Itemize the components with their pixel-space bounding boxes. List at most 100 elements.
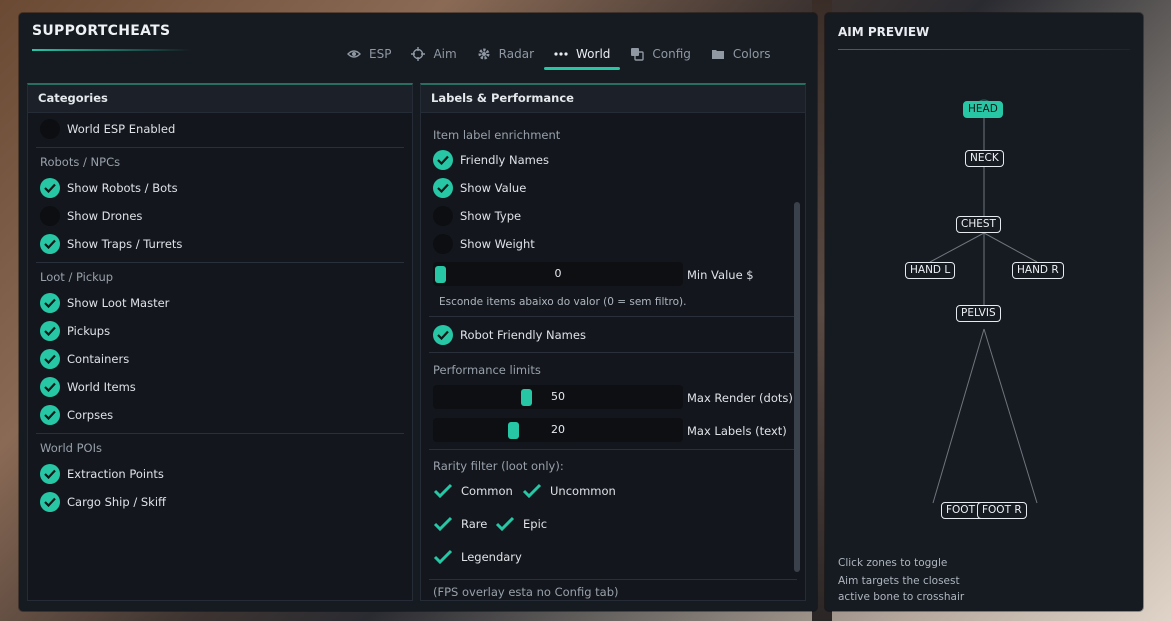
loot-corpses[interactable]: Corpses [40,405,113,425]
bone-hand-l[interactable]: HAND L [905,262,956,279]
enrich-show-value[interactable]: Show Value [433,178,526,198]
bone-neck[interactable]: NECK [965,150,1004,167]
divider [429,449,797,450]
checkbox[interactable] [433,150,453,170]
slider-value: 50 [551,390,565,403]
bone-foot-r[interactable]: FOOT R [977,502,1027,519]
check-icon [44,497,56,507]
loot-containers[interactable]: Containers [40,349,129,369]
rarity-rare[interactable]: Rare [433,516,487,532]
checkbox-label: Uncommon [550,484,616,498]
checkbox-label: Cargo Ship / Skiff [67,495,166,509]
check-icon [44,354,56,364]
max-render-slider[interactable]: 50 [433,385,683,409]
check-icon [44,239,56,249]
checkbox-label: Show Robots / Bots [67,181,178,195]
dots-icon [554,47,568,61]
check-icon[interactable] [433,549,453,565]
check-icon [44,298,56,308]
rarity-legendary[interactable]: Legendary [433,549,522,565]
check-icon[interactable] [433,516,453,532]
enrich-show-weight[interactable]: Show Weight [433,234,535,254]
app-title: SUPPORTCHEATS [32,23,171,39]
checkbox-label: Pickups [67,324,111,338]
robots-show-traps[interactable]: Show Traps / Turrets [40,234,182,254]
checkbox[interactable] [40,349,60,369]
section-loot: Loot / Pickup [40,270,114,284]
eye-icon [347,47,361,61]
max-render-label: Max Render (dots) [687,391,793,405]
checkbox[interactable] [40,293,60,313]
checkbox[interactable] [40,377,60,397]
tab-world[interactable]: World [544,39,621,70]
check-icon [44,382,56,392]
bone-hand-r[interactable]: HAND R [1012,262,1064,279]
check-icon [44,183,56,193]
tab-label: Config [652,47,691,61]
rarity-uncommon[interactable]: Uncommon [522,483,616,499]
rarity-common[interactable]: Common [433,483,513,499]
bone-pelvis[interactable]: PELVIS [956,305,1001,322]
checkbox-label: Show Value [460,181,527,195]
aim-preview-panel: AIM PREVIEW HEAD NECK CHEST HAND L HAND … [825,13,1143,611]
gear-icon [477,47,491,61]
max-labels-slider[interactable]: 20 [433,418,683,442]
checkbox-label: Legendary [461,550,522,564]
check-icon [437,330,449,340]
tab-label: Radar [498,47,535,61]
rarity-epic[interactable]: Epic [495,516,547,532]
robots-show-drones[interactable]: Show Drones [40,206,142,226]
check-icon[interactable] [433,483,453,499]
section-rarity: Rarity filter (loot only): [433,459,564,473]
bone-chest[interactable]: CHEST [956,216,1001,233]
checkbox-label: Friendly Names [460,153,549,167]
checkbox-label: Show Type [460,209,522,223]
checkbox[interactable] [40,464,60,484]
checkbox-label: Extraction Points [67,467,164,481]
checkbox[interactable] [433,234,453,254]
tab-esp[interactable]: ESP [337,39,401,69]
slider-value: 20 [551,423,565,436]
robot-friendly-names[interactable]: Robot Friendly Names [433,325,586,345]
loot-pickups[interactable]: Pickups [40,321,110,341]
crosshair-icon [411,47,426,61]
check-icon[interactable] [522,483,542,499]
tab-colors[interactable]: Colors [701,39,781,69]
checkbox[interactable] [40,405,60,425]
labels-panel: Labels & Performance Item label enrichme… [420,83,806,601]
loot-world-items[interactable]: World Items [40,377,136,397]
divider [429,579,797,580]
tab-aim[interactable]: Aim [401,39,466,69]
checkbox[interactable] [40,119,60,139]
aim-help-line: active bone to crosshair [838,591,965,603]
checkbox[interactable] [40,178,60,198]
poi-cargo-ship[interactable]: Cargo Ship / Skiff [40,492,166,512]
checkbox-label: Containers [67,352,130,366]
enrich-friendly-names[interactable]: Friendly Names [433,150,549,170]
robots-show-bots[interactable]: Show Robots / Bots [40,178,178,198]
check-icon [44,469,56,479]
tab-config[interactable]: Config [620,39,701,69]
world-esp-toggle[interactable]: World ESP Enabled [40,119,175,139]
checkbox[interactable] [433,178,453,198]
checkbox[interactable] [433,206,453,226]
aim-help-line: Aim targets the closest [838,575,960,587]
bone-head[interactable]: HEAD [963,101,1003,118]
check-icon [44,326,56,336]
min-value-slider[interactable]: 0 [433,262,683,286]
loot-show-master[interactable]: Show Loot Master [40,293,169,313]
checkbox[interactable] [40,321,60,341]
checkbox[interactable] [40,206,60,226]
tab-label: ESP [369,47,392,61]
check-icon[interactable] [495,516,515,532]
tab-radar[interactable]: Radar [467,39,544,69]
checkbox[interactable] [40,234,60,254]
enrich-show-type[interactable]: Show Type [433,206,521,226]
categories-title: Categories [28,85,412,113]
check-icon [437,183,449,193]
poi-extraction[interactable]: Extraction Points [40,464,164,484]
scrollbar[interactable] [794,202,800,572]
checkbox[interactable] [40,492,60,512]
checkbox[interactable] [433,325,453,345]
divider [429,316,797,317]
